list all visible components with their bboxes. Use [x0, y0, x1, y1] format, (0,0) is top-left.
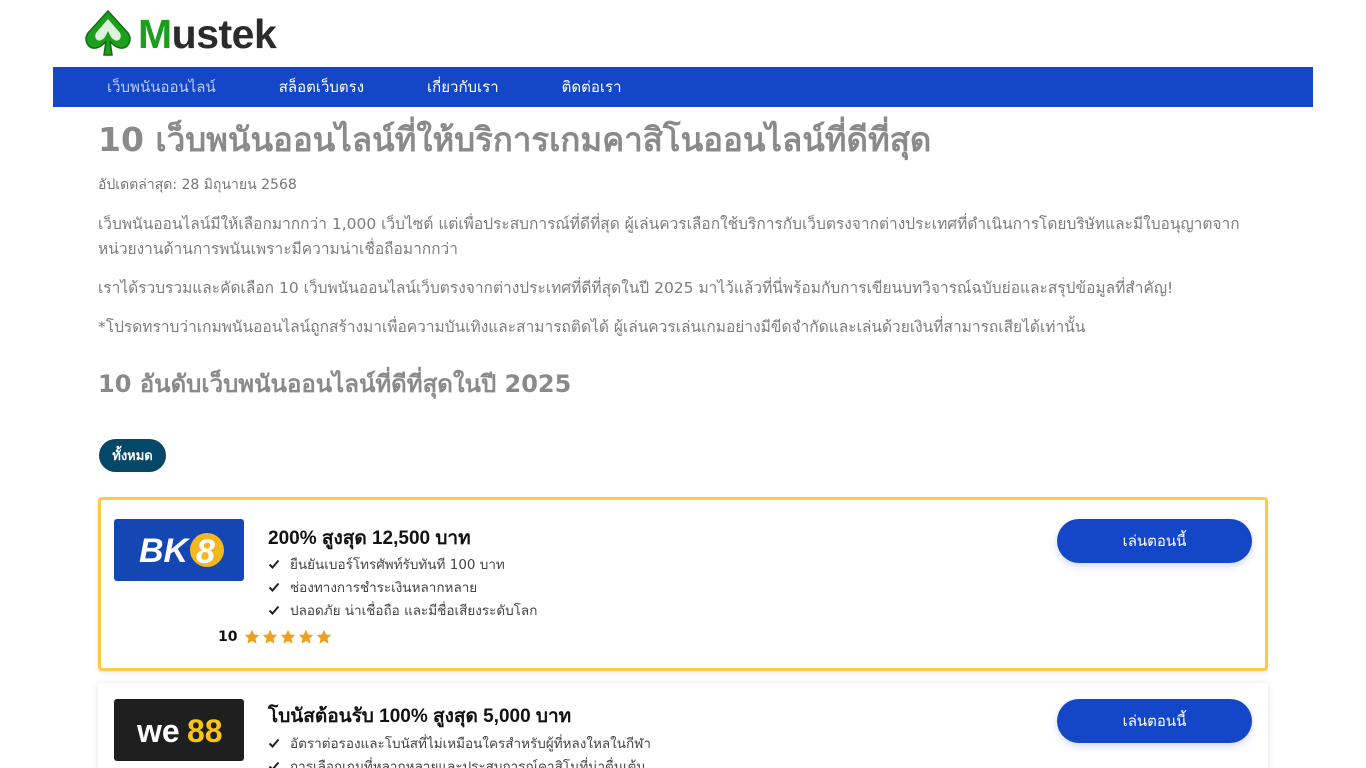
intro-paragraph-2: เราได้รวบรวมและคัดเลือก 10 เว็บพนันออนไล… — [98, 279, 1174, 298]
feature-item: ปลอดภัย น่าเชื่อถือ และมีชื่อเสียงระดับโ… — [268, 598, 537, 621]
we88-logo[interactable]: we 88 — [114, 699, 244, 761]
page-title: 10 เว็บพนันออนไลน์ที่ให้บริการเกมคาสิโนอ… — [98, 120, 932, 159]
casino-card: BK 8 200% สูงสุด 12,500 บาท ยืนยันเบอร์โ… — [98, 497, 1268, 671]
main-content: 10 เว็บพนันออนไลน์ที่ให้บริการเกมคาสิโนอ… — [98, 107, 1268, 403]
star-icon — [263, 629, 278, 644]
svg-text:BK: BK — [139, 532, 191, 570]
feature-list: ยืนยันเบอร์โทรศัพท์รับทันที 100 บาท ช่อง… — [268, 552, 537, 621]
feature-list: อัตราต่อรองและโบนัสที่ไม่เหมือนใครสำหรับ… — [268, 731, 651, 768]
check-icon — [268, 761, 280, 768]
svg-text:88: 88 — [187, 713, 223, 749]
bk8-logo-icon: BK 8 — [139, 532, 224, 571]
main-navbar: เว็บพนันออนไลน์ สล็อตเว็บตรง เกี่ยวกับเร… — [53, 67, 1313, 107]
check-icon — [268, 605, 280, 615]
spade-logo-icon — [85, 9, 131, 56]
feature-item: ช่องทางการชำระเงินหลากหลาย — [268, 575, 537, 598]
logo-text: Mustek — [138, 10, 277, 57]
bonus-title: 200% สูงสุด 12,500 บาท — [268, 528, 471, 549]
bk8-logo[interactable]: BK 8 — [114, 519, 244, 581]
svg-text:8: 8 — [196, 533, 215, 571]
check-icon — [268, 559, 280, 569]
filter-all-button[interactable]: ทั้งหมด — [99, 439, 166, 472]
play-now-button[interactable]: เล่นตอนนี้ — [1057, 699, 1252, 743]
svg-text:we: we — [136, 713, 180, 749]
rating: 10 — [218, 629, 334, 645]
rating-score: 10 — [218, 629, 238, 645]
nav-item-contact[interactable]: ติดต่อเรา — [562, 75, 622, 99]
nav-item-slots[interactable]: สล็อตเว็บตรง — [279, 75, 364, 99]
check-icon — [268, 582, 280, 592]
star-icon — [281, 629, 296, 644]
ranking-heading: 10 อันดับเว็บพนันออนไลน์ที่ดีที่สุดในปี … — [98, 370, 572, 399]
feature-item: การเลือกเกมที่หลากหลายและประสบการณ์คาสิโ… — [268, 754, 651, 768]
star-icon — [317, 629, 332, 644]
check-icon — [268, 738, 280, 748]
disclaimer-paragraph: *โปรดทราบว่าเกมพนันออนไลน์ถูกสร้างมาเพื่… — [98, 318, 1086, 337]
nav-item-about[interactable]: เกี่ยวกับเรา — [427, 75, 499, 99]
intro-paragraph-1: เว็บพนันออนไลน์มีให้เลือกมากกว่า 1,000 เ… — [98, 215, 1240, 259]
bonus-title: โบนัสต้อนรับ 100% สูงสุด 5,000 บาท — [268, 706, 572, 727]
we88-logo-icon: we 88 — [136, 713, 223, 749]
updated-date: อัปเดตล่าสุด: 28 มิถุนายน 2568 — [98, 177, 297, 194]
star-rating — [244, 629, 334, 645]
site-logo[interactable]: Mustek — [82, 9, 277, 59]
play-now-button[interactable]: เล่นตอนนี้ — [1057, 519, 1252, 563]
nav-item-online-gambling[interactable]: เว็บพนันออนไลน์ — [107, 75, 216, 99]
feature-item: อัตราต่อรองและโบนัสที่ไม่เหมือนใครสำหรับ… — [268, 731, 651, 754]
star-icon — [299, 629, 314, 644]
casino-card: we 88 โบนัสต้อนรับ 100% สูงสุด 5,000 บาท… — [98, 683, 1268, 768]
star-icon — [245, 629, 260, 644]
feature-item: ยืนยันเบอร์โทรศัพท์รับทันที 100 บาท — [268, 552, 537, 575]
